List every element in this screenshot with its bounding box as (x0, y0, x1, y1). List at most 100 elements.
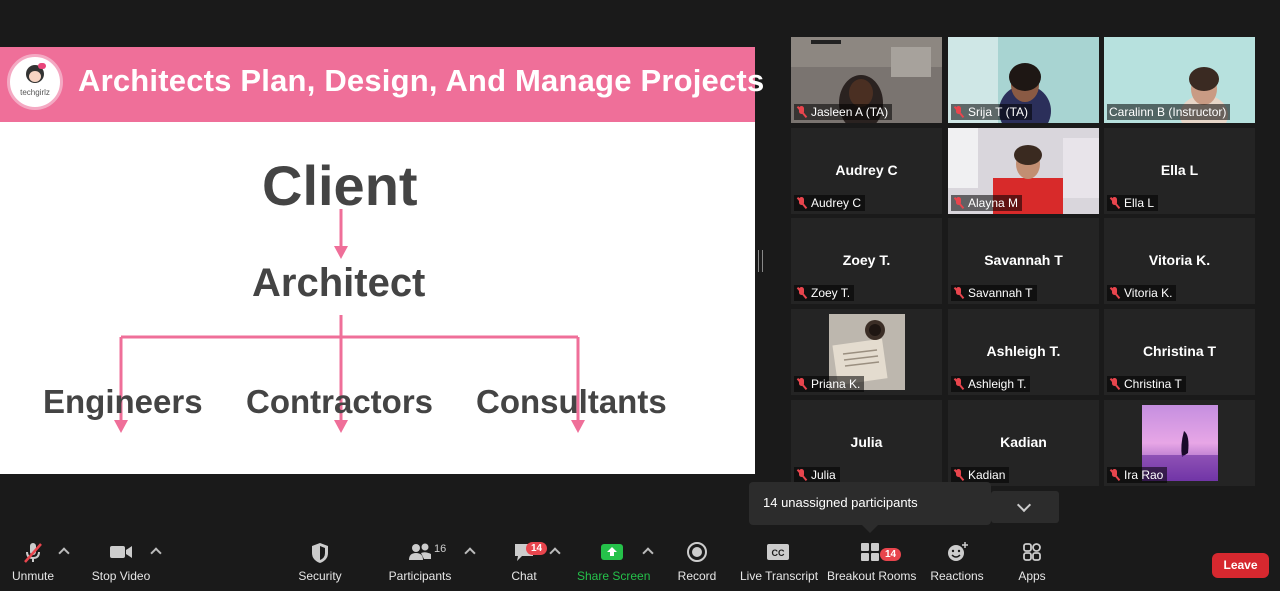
participant-tile[interactable]: Ashleigh T. Ashleigh T. (948, 309, 1099, 395)
participant-big-name: Savannah T (984, 252, 1063, 268)
mic-muted-icon (953, 469, 965, 481)
participant-name: Srija T (TA) (968, 105, 1029, 119)
participant-name: Ashleigh T. (968, 377, 1027, 391)
participant-tile[interactable]: Alayna M (948, 128, 1099, 214)
reactions-label: Reactions (930, 569, 984, 583)
participant-name: Ira Rao (1124, 468, 1164, 482)
breakout-rooms-button[interactable]: Breakout Rooms (827, 541, 917, 583)
participant-name: Savannah T (968, 286, 1033, 300)
participant-name: Christina T (1124, 377, 1182, 391)
participant-name: Julia (811, 468, 836, 482)
mic-muted-icon (1109, 287, 1121, 299)
consultants-node: Consultants (476, 383, 667, 420)
record-label: Record (677, 569, 717, 583)
logo-text: techgirlz (20, 88, 50, 97)
participant-tile[interactable]: Priana K. (791, 309, 942, 395)
participant-tile[interactable]: Kadian Kadian (948, 400, 1099, 486)
participants-options-caret[interactable] (464, 547, 476, 559)
breakout-rooms-badge: 14 (880, 548, 902, 561)
popup-expand-button[interactable] (991, 491, 1059, 523)
mic-muted-icon (796, 106, 808, 118)
popup-pointer (862, 525, 878, 533)
closed-captions-icon: CC (767, 544, 789, 560)
record-button[interactable]: Record (676, 541, 718, 583)
participant-name: Priana K. (811, 377, 861, 391)
participant-tile[interactable]: Audrey C Audrey C (791, 128, 942, 214)
participant-name: Jasleen A (TA) (811, 105, 889, 119)
client-node: Client (262, 154, 418, 217)
participant-tile[interactable]: Zoey T. Zoey T. (791, 218, 942, 304)
slide-title: Architects Plan, Design, And Manage Proj… (78, 63, 765, 98)
participants-icon (409, 543, 431, 560)
participants-button[interactable]: 16 Participants (388, 541, 452, 583)
apps-button[interactable]: Apps (1014, 541, 1050, 583)
share-screen-button[interactable]: Share Screen (577, 541, 651, 583)
participant-big-name: Ashleigh T. (986, 343, 1061, 359)
live-transcript-button[interactable]: CC Live Transcript (740, 541, 819, 583)
apps-icon (1023, 543, 1041, 561)
unmute-button[interactable]: Unmute (8, 541, 58, 583)
participant-big-name: Christina T (1142, 343, 1217, 359)
contractors-node: Contractors (246, 383, 434, 420)
chat-options-caret[interactable] (549, 547, 561, 559)
breakout-rooms-icon (861, 543, 879, 561)
participants-count: 16 (434, 543, 447, 555)
share-screen-icon (601, 544, 623, 560)
reactions-button[interactable]: Reactions (930, 541, 984, 583)
unmute-label: Unmute (11, 569, 55, 583)
video-camera-icon (110, 546, 132, 558)
participant-big-name: Vitoria K. (1148, 252, 1211, 268)
chat-label: Chat (511, 569, 537, 583)
unassigned-count-text: 14 unassigned participants (763, 495, 918, 510)
breakout-unassigned-popup: 14 unassigned participants (749, 482, 991, 525)
mic-muted-icon (796, 469, 808, 481)
participant-big-name: Kadian (1000, 434, 1047, 450)
mic-muted-icon (1109, 197, 1121, 209)
mic-muted-icon (796, 378, 808, 390)
stop-video-button[interactable]: Stop Video (90, 541, 152, 583)
video-options-caret[interactable] (150, 547, 162, 559)
mic-muted-icon (953, 106, 965, 118)
record-icon (687, 542, 707, 562)
audio-options-caret[interactable] (58, 547, 70, 559)
architect-node: Architect (252, 261, 426, 305)
mic-muted-icon (953, 378, 965, 390)
mic-muted-icon (796, 197, 808, 209)
participant-name: Ella L (1124, 196, 1155, 210)
security-button[interactable]: Security (295, 541, 345, 583)
mic-muted-icon (1109, 469, 1121, 481)
breakout-rooms-label: Breakout Rooms (827, 569, 917, 583)
live-transcript-label: Live Transcript (740, 569, 819, 583)
mic-muted-icon (953, 287, 965, 299)
participant-tile[interactable]: Savannah T Savannah T (948, 218, 1099, 304)
participant-tile-active-speaker[interactable]: Caralinn B (Instructor) (1104, 37, 1255, 123)
participant-tile[interactable]: Jasleen A (TA) (791, 37, 942, 123)
participant-name: Kadian (968, 468, 1006, 482)
techgirlz-logo: techgirlz (7, 54, 63, 110)
security-label: Security (298, 569, 342, 583)
participant-tile[interactable]: Ira Rao (1104, 400, 1255, 486)
participant-big-name: Zoey T. (842, 252, 891, 268)
participants-label: Participants (388, 569, 452, 583)
participant-name: Vitoria K. (1124, 286, 1173, 300)
participant-tile[interactable]: Christina T Christina T (1104, 309, 1255, 395)
participant-name: Zoey T. (811, 286, 851, 300)
slide-header: techgirlz Architects Plan, Design, And M… (0, 47, 764, 122)
participant-tile[interactable]: Vitoria K. Vitoria K. (1104, 218, 1255, 304)
engineers-node: Engineers (43, 383, 203, 420)
chat-unread-badge: 14 (526, 542, 548, 555)
participant-big-name: Audrey C (835, 162, 898, 178)
participant-name: Alayna M (968, 196, 1019, 210)
split-view-drag-handle[interactable] (758, 250, 763, 272)
share-screen-label: Share Screen (577, 569, 651, 583)
participant-tile[interactable]: Ella L Ella L (1104, 128, 1255, 214)
mic-muted-icon (796, 287, 808, 299)
cc-icon-text: CC (772, 548, 785, 558)
microphone-muted-icon (24, 543, 42, 563)
participant-tile[interactable]: Srija T (TA) (948, 37, 1099, 123)
mic-muted-icon (1109, 378, 1121, 390)
participant-tile[interactable]: Julia Julia (791, 400, 942, 486)
leave-button[interactable]: Leave (1212, 553, 1269, 578)
apps-label: Apps (1018, 569, 1046, 583)
reactions-smiley-icon (948, 542, 968, 561)
